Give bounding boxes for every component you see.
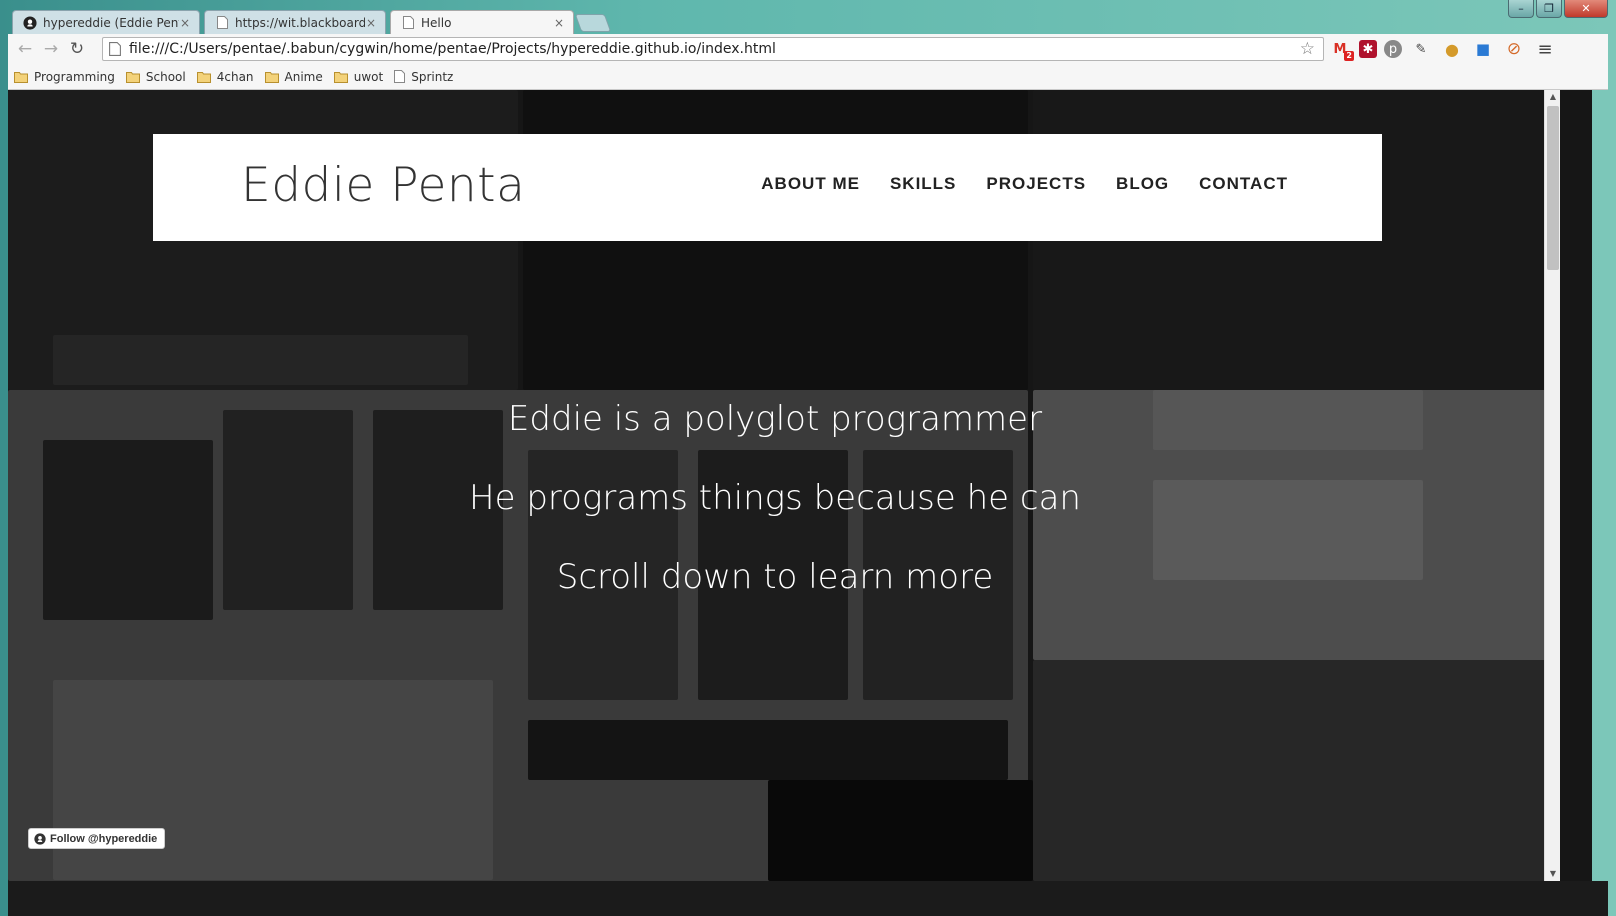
bookmark-anime[interactable]: Anime: [264, 69, 323, 84]
window-frame: hypereddie (Eddie Penta) × https://wit.b…: [8, 0, 1608, 916]
menu-glyph: ≡: [1537, 38, 1553, 60]
chat-glyph: ■: [1475, 40, 1491, 58]
pushbullet-ext-icon[interactable]: p: [1384, 40, 1402, 58]
follow-label: Follow @hypereddie: [50, 832, 158, 845]
folder-icon: [264, 71, 279, 83]
site-nav: ABOUT ME SKILLS PROJECTS BLOG CONTACT: [731, 174, 1288, 194]
page-icon: [215, 16, 229, 30]
unread-badge: 2: [1344, 51, 1354, 61]
minimize-icon[interactable]: –: [1508, 0, 1534, 18]
url-text: file:///C:/Users/pentae/.babun/cygwin/ho…: [129, 41, 776, 57]
blocker-glyph: ⊘: [1506, 39, 1522, 59]
site-header: Eddie Penta ABOUT ME SKILLS PROJECTS BLO…: [153, 134, 1382, 241]
bookmark-uwot[interactable]: uwot: [333, 69, 384, 84]
github-icon: [34, 832, 46, 845]
cookie-ext-icon[interactable]: ●: [1440, 37, 1464, 61]
tab-github[interactable]: hypereddie (Eddie Penta) ×: [12, 10, 200, 34]
hero-line-1: Eddie is a polyglot programmer: [507, 399, 1043, 439]
pushbullet-glyph: p: [1388, 41, 1398, 57]
eyedropper-glyph: ✎: [1415, 41, 1427, 57]
bookmark-label: Sprintz: [411, 69, 454, 84]
page-icon: [401, 16, 415, 30]
browser-window: hypereddie (Eddie Penta) × https://wit.b…: [0, 0, 1616, 916]
scroll-down-icon[interactable]: ▼: [1545, 867, 1561, 881]
lastpass-glyph: ✱: [1362, 41, 1374, 57]
gmail-ext-icon[interactable]: M 2: [1328, 37, 1354, 61]
window-bottom-edge: [8, 881, 1608, 916]
window-controls: – ❐ ✕: [1506, 0, 1608, 22]
bookmarks-bar: Programming School 4chan Anime uwot Spri…: [8, 64, 1608, 90]
cookie-glyph: ●: [1445, 39, 1459, 59]
tab-title: hypereddie (Eddie Penta): [43, 15, 179, 30]
tab-close-icon[interactable]: ×: [365, 16, 377, 30]
folder-icon: [14, 71, 28, 83]
tab-title: Hello: [421, 15, 452, 30]
bookmark-label: uwot: [353, 69, 384, 84]
github-follow-button[interactable]: Follow @hypereddie: [28, 828, 166, 849]
scroll-up-icon[interactable]: ▲: [1545, 90, 1561, 104]
hero-text: Eddie is a polyglot programmer He progra…: [8, 380, 1542, 617]
tab-strip: hypereddie (Eddie Penta) × https://wit.b…: [8, 8, 1608, 34]
folder-icon: [333, 71, 348, 83]
tab-close-icon[interactable]: ×: [553, 16, 565, 30]
menu-icon[interactable]: ≡: [1533, 37, 1557, 61]
bookmark-label: 4chan: [216, 69, 254, 84]
bookmark-programming[interactable]: Programming: [14, 70, 115, 84]
page-icon: [394, 70, 406, 83]
scroll-thumb[interactable]: [1547, 106, 1559, 270]
bookmark-star-icon[interactable]: ☆: [1300, 39, 1315, 59]
address-bar[interactable]: file:///C:/Users/pentae/.babun/cygwin/ho…: [102, 37, 1324, 61]
back-icon[interactable]: ←: [12, 36, 38, 62]
bookmark-sprintz[interactable]: Sprintz: [394, 70, 453, 84]
browser-toolbar: ← → ↻ file:///C:/Users/pentae/.babun/cyg…: [8, 34, 1608, 64]
folder-icon: [196, 71, 211, 83]
hero-line-3: Scroll down to learn more: [556, 557, 994, 597]
restore-icon[interactable]: ❐: [1536, 0, 1562, 18]
bookmark-label: School: [145, 69, 186, 84]
site-brand[interactable]: Eddie Penta: [241, 158, 525, 213]
extensions-area: M 2 ✱ p ✎ ● ■ ⊘ ≡: [1328, 37, 1564, 61]
nav-blog[interactable]: BLOG: [1116, 174, 1169, 194]
tab-hello[interactable]: Hello ×: [390, 10, 574, 34]
nav-contact[interactable]: CONTACT: [1199, 174, 1288, 194]
bookmark-label: Anime: [284, 69, 323, 84]
nav-about-me[interactable]: ABOUT ME: [761, 174, 860, 194]
bookmark-4chan[interactable]: 4chan: [196, 69, 254, 84]
eyedropper-ext-icon[interactable]: ✎: [1409, 37, 1433, 61]
github-icon: [23, 15, 37, 30]
chat-ext-icon[interactable]: ■: [1471, 37, 1495, 61]
lastpass-ext-icon[interactable]: ✱: [1359, 40, 1377, 58]
nav-skills[interactable]: SKILLS: [890, 174, 956, 194]
tab-blackboard[interactable]: https://wit.blackboard.cor ×: [204, 10, 386, 34]
nav-projects[interactable]: PROJECTS: [986, 174, 1086, 194]
bookmark-label: Programming: [34, 69, 115, 84]
blocker-ext-icon[interactable]: ⊘: [1502, 37, 1526, 61]
new-tab-button[interactable]: [574, 14, 612, 32]
forward-icon[interactable]: →: [38, 36, 64, 62]
reload-icon[interactable]: ↻: [64, 36, 90, 62]
bookmark-school[interactable]: School: [125, 69, 186, 84]
page-icon: [109, 42, 121, 56]
tab-close-icon[interactable]: ×: [179, 16, 191, 30]
vertical-scrollbar[interactable]: ▲ ▼: [1544, 90, 1560, 881]
close-window-icon[interactable]: ✕: [1564, 0, 1608, 18]
hero-line-2: He programs things because he can: [469, 478, 1081, 518]
tab-title: https://wit.blackboard.cor: [235, 15, 365, 30]
page-viewport: Eddie Penta ABOUT ME SKILLS PROJECTS BLO…: [8, 90, 1592, 881]
folder-icon: [125, 71, 140, 83]
